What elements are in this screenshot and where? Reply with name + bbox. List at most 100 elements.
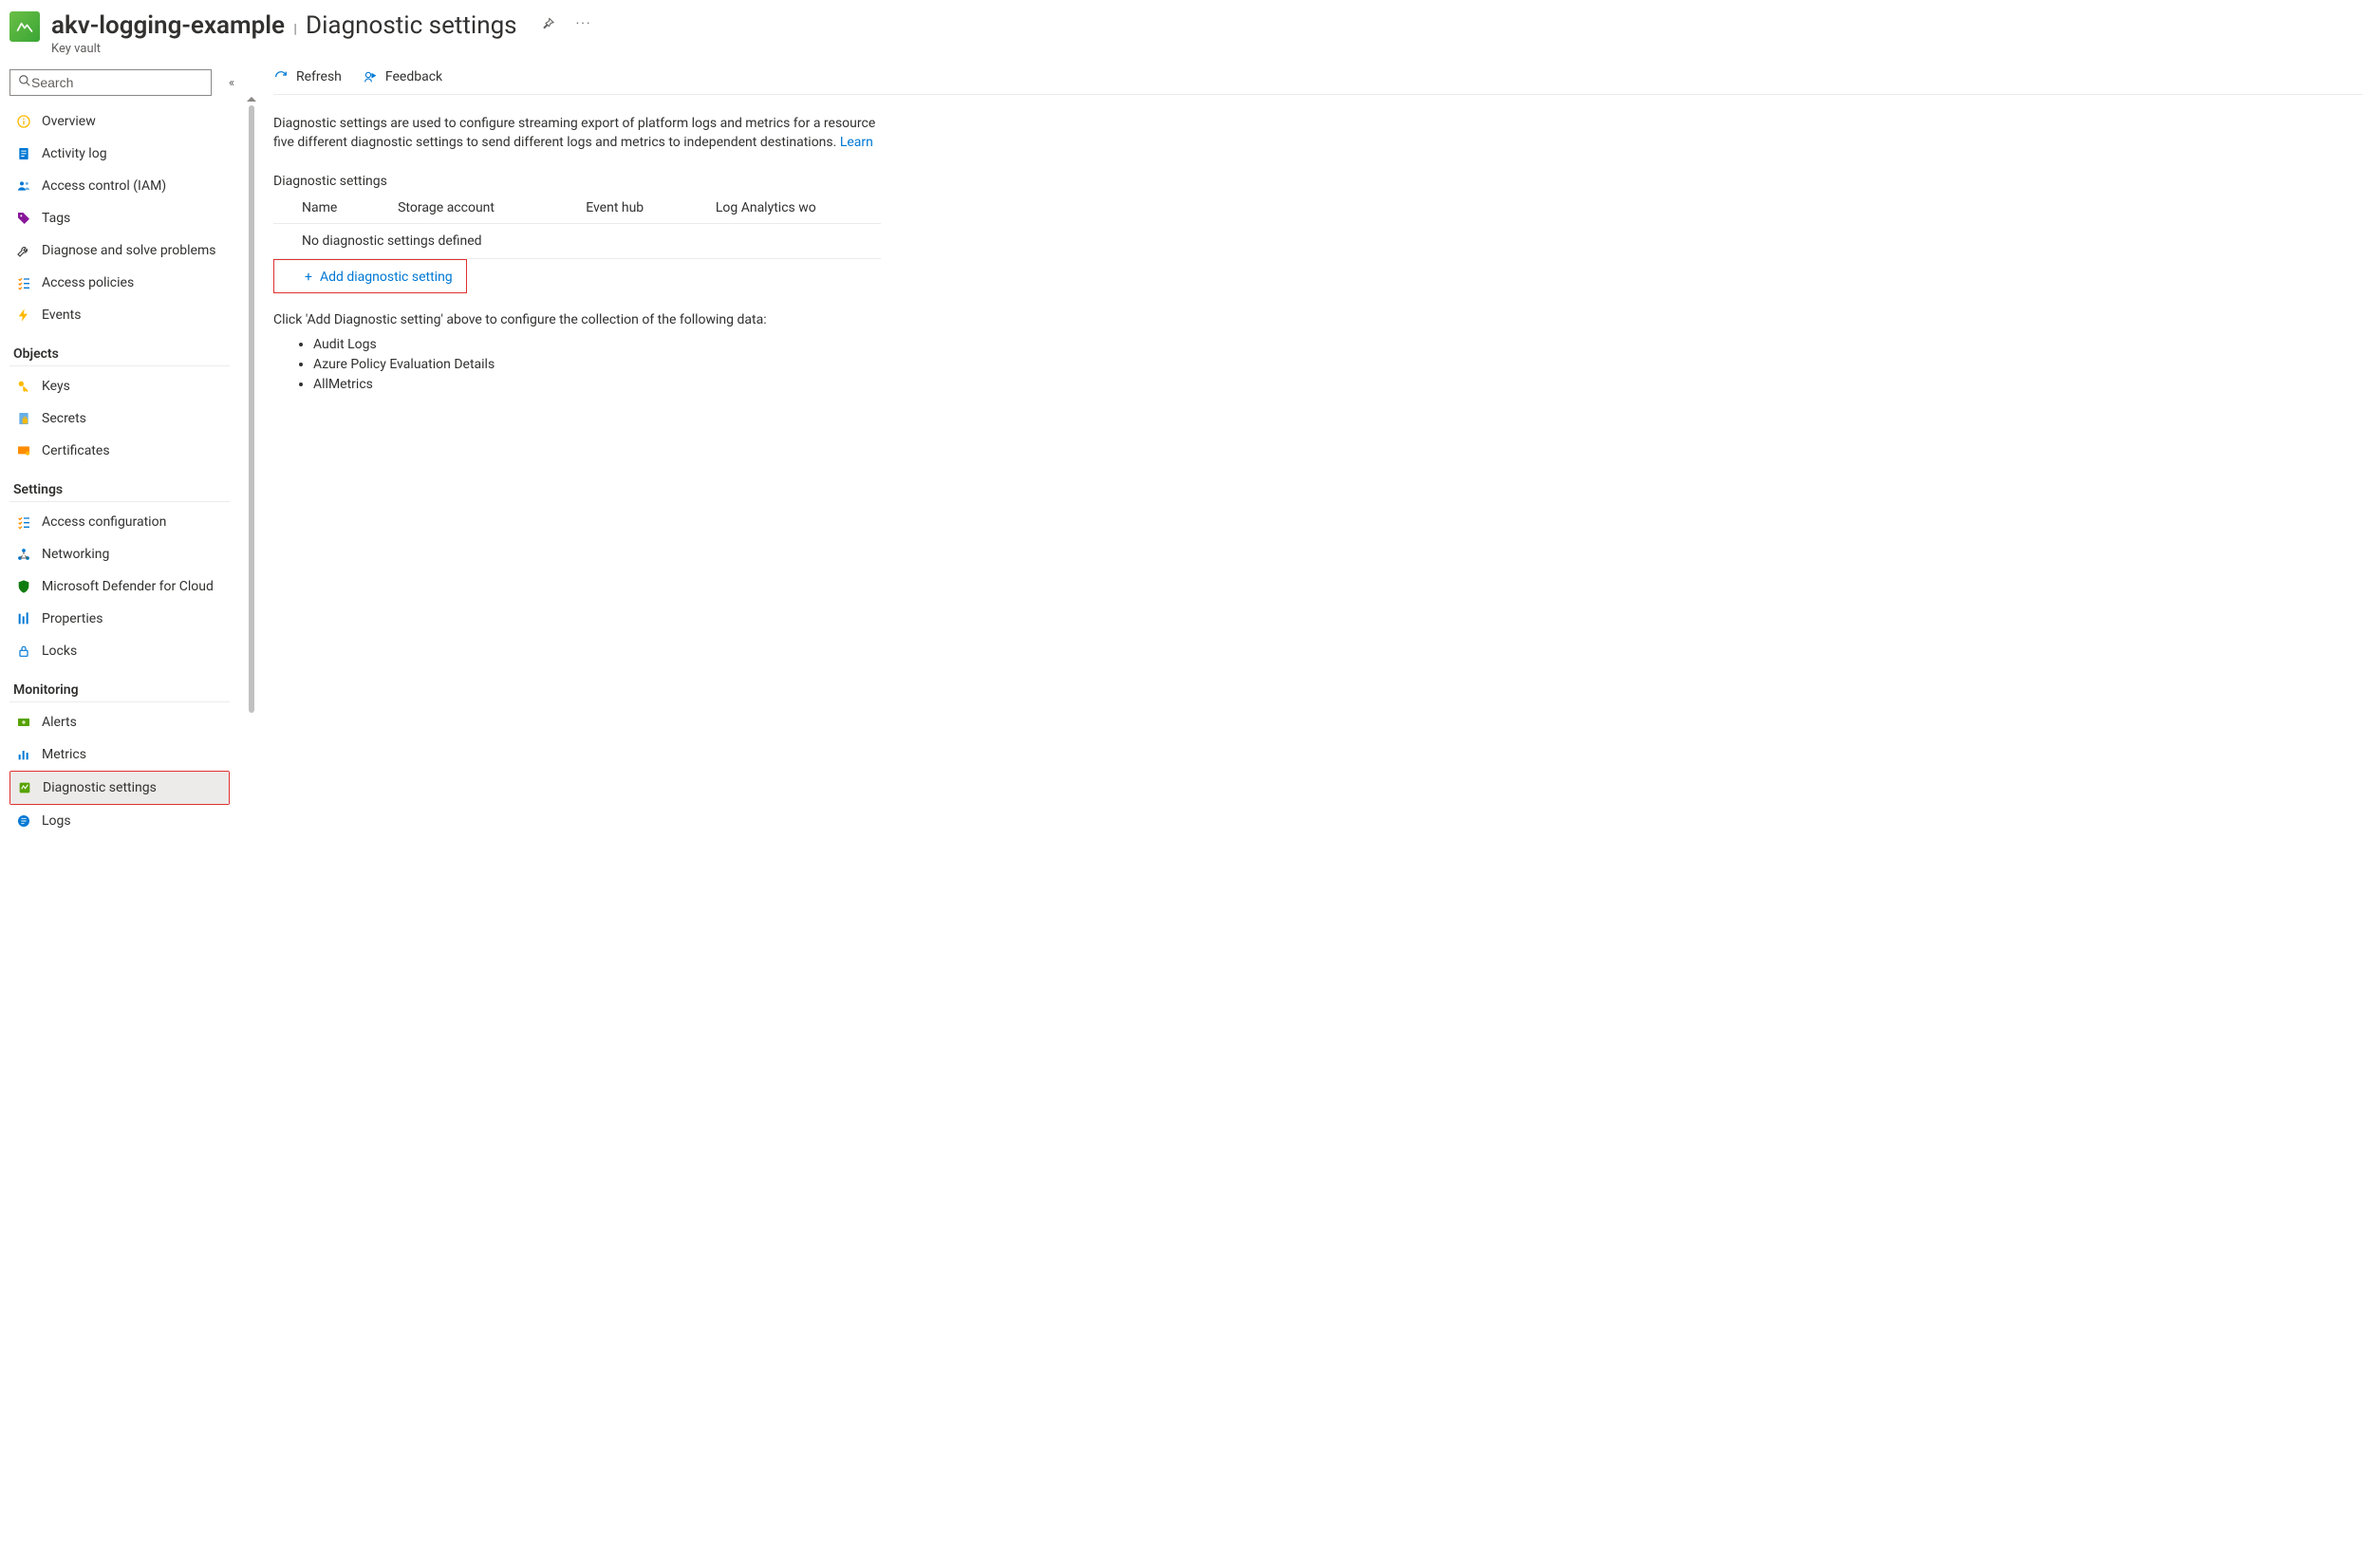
diag-icon	[16, 780, 33, 795]
search-input[interactable]	[31, 75, 203, 90]
key-icon	[15, 379, 32, 394]
feedback-label: Feedback	[385, 69, 442, 84]
nav-secrets[interactable]: Secrets	[9, 402, 230, 435]
section-settings: Settings	[9, 467, 230, 502]
collapse-icon[interactable]: «	[229, 76, 234, 90]
page-header: akv-logging-example | Diagnostic setting…	[0, 0, 2372, 69]
nav-label: Microsoft Defender for Cloud	[42, 579, 214, 594]
nav-alerts[interactable]: Alerts	[9, 706, 230, 738]
nav-label: Metrics	[42, 747, 86, 762]
col-eventhub: Event hub	[557, 193, 687, 224]
nav-logs[interactable]: Logs	[9, 805, 230, 837]
nav-label: Networking	[42, 547, 109, 562]
content-pane: Refresh Feedback Diagnostic settings are…	[254, 69, 2363, 837]
nav-overview[interactable]: Overview	[9, 105, 230, 138]
learn-more-link[interactable]: Learn	[840, 135, 873, 150]
search-box[interactable]	[9, 69, 212, 96]
nav-label: Overview	[42, 114, 96, 129]
nav-label: Properties	[42, 611, 103, 626]
nav-locks[interactable]: Locks	[9, 635, 230, 667]
scrollbar[interactable]	[249, 105, 254, 713]
nav-label: Tags	[42, 211, 70, 226]
list-check-icon	[15, 275, 32, 290]
feedback-button[interactable]: Feedback	[363, 69, 442, 84]
nav-label: Logs	[42, 813, 71, 829]
logs-icon	[15, 813, 32, 829]
search-icon	[18, 74, 31, 91]
plus-icon: +	[305, 270, 312, 285]
sidebar: « Overview Activity log Access control (…	[9, 69, 254, 837]
nav-networking[interactable]: Networking	[9, 538, 230, 570]
shield-icon	[15, 579, 32, 594]
page-title: Diagnostic settings	[306, 11, 517, 40]
data-types-list: Audit Logs Azure Policy Evaluation Detai…	[273, 335, 2363, 395]
nav-metrics[interactable]: Metrics	[9, 738, 230, 771]
table-empty-row: No diagnostic settings defined	[273, 223, 881, 258]
diagnostic-settings-heading: Diagnostic settings	[273, 174, 2363, 189]
info-icon	[15, 114, 32, 129]
nav-access-policies[interactable]: Access policies	[9, 267, 230, 299]
nav-label: Access configuration	[42, 514, 166, 530]
nav-label: Diagnose and solve problems	[42, 243, 215, 258]
col-loganalytics: Log Analytics wo	[687, 193, 881, 224]
description-text: Diagnostic settings are used to configur…	[273, 114, 881, 153]
feedback-icon	[363, 69, 378, 84]
nav-label: Locks	[42, 644, 77, 659]
refresh-icon	[273, 69, 289, 84]
resource-name: akv-logging-example	[51, 11, 285, 40]
table-header-row: Name Storage account Event hub Log Analy…	[273, 193, 881, 224]
alert-icon	[15, 715, 32, 730]
add-diagnostic-setting-button[interactable]: + Add diagnostic setting	[291, 262, 466, 292]
instruction-text: Click 'Add Diagnostic setting' above to …	[273, 312, 2363, 327]
cert-icon	[15, 443, 32, 458]
list-check-icon	[15, 514, 32, 530]
nav-certificates[interactable]: Certificates	[9, 435, 230, 467]
title-pipe: |	[293, 22, 296, 37]
nav-tags[interactable]: Tags	[9, 202, 230, 234]
wrench-icon	[15, 243, 32, 258]
network-icon	[15, 547, 32, 562]
nav-diagnostic-settings[interactable]: Diagnostic settings	[10, 772, 229, 804]
add-label: Add diagnostic setting	[320, 270, 453, 285]
nav-label: Diagnostic settings	[43, 780, 157, 795]
col-name: Name	[273, 193, 369, 224]
refresh-button[interactable]: Refresh	[273, 69, 342, 84]
nav-events[interactable]: Events	[9, 299, 230, 331]
doc-icon	[15, 146, 32, 161]
description-body: Diagnostic settings are used to configur…	[273, 116, 875, 150]
nav-access-configuration[interactable]: Access configuration	[9, 506, 230, 538]
secret-icon	[15, 411, 32, 426]
col-storage: Storage account	[369, 193, 557, 224]
title-block: akv-logging-example | Diagnostic setting…	[51, 11, 592, 56]
properties-icon	[15, 611, 32, 626]
resource-icon	[9, 11, 40, 42]
nav-label: Secrets	[42, 411, 86, 426]
nav-label: Events	[42, 308, 81, 323]
nav-label: Activity log	[42, 146, 107, 161]
metrics-icon	[15, 747, 32, 762]
section-monitoring: Monitoring	[9, 667, 230, 702]
nav-label: Keys	[42, 379, 70, 394]
nav-keys[interactable]: Keys	[9, 370, 230, 402]
nav-access-control[interactable]: Access control (IAM)	[9, 170, 230, 202]
nav-label: Certificates	[42, 443, 110, 458]
toolbar: Refresh Feedback	[273, 69, 2363, 95]
nav-label: Alerts	[42, 715, 77, 730]
nav-properties[interactable]: Properties	[9, 603, 230, 635]
tag-icon	[15, 211, 32, 226]
more-icon[interactable]: ···	[576, 16, 592, 35]
list-item: Azure Policy Evaluation Details	[313, 355, 2363, 375]
list-item: AllMetrics	[313, 375, 2363, 395]
nav-label: Access control (IAM)	[42, 178, 166, 194]
empty-message: No diagnostic settings defined	[273, 223, 881, 258]
nav-defender[interactable]: Microsoft Defender for Cloud	[9, 570, 230, 603]
pin-icon[interactable]	[540, 16, 555, 35]
people-icon	[15, 178, 32, 194]
bolt-icon	[15, 308, 32, 323]
section-objects: Objects	[9, 331, 230, 366]
lock-icon	[15, 644, 32, 659]
nav-activity-log[interactable]: Activity log	[9, 138, 230, 170]
nav-diagnose-problems[interactable]: Diagnose and solve problems	[9, 234, 230, 267]
resource-type: Key vault	[51, 42, 592, 56]
diagnostic-settings-table: Name Storage account Event hub Log Analy…	[273, 193, 881, 259]
